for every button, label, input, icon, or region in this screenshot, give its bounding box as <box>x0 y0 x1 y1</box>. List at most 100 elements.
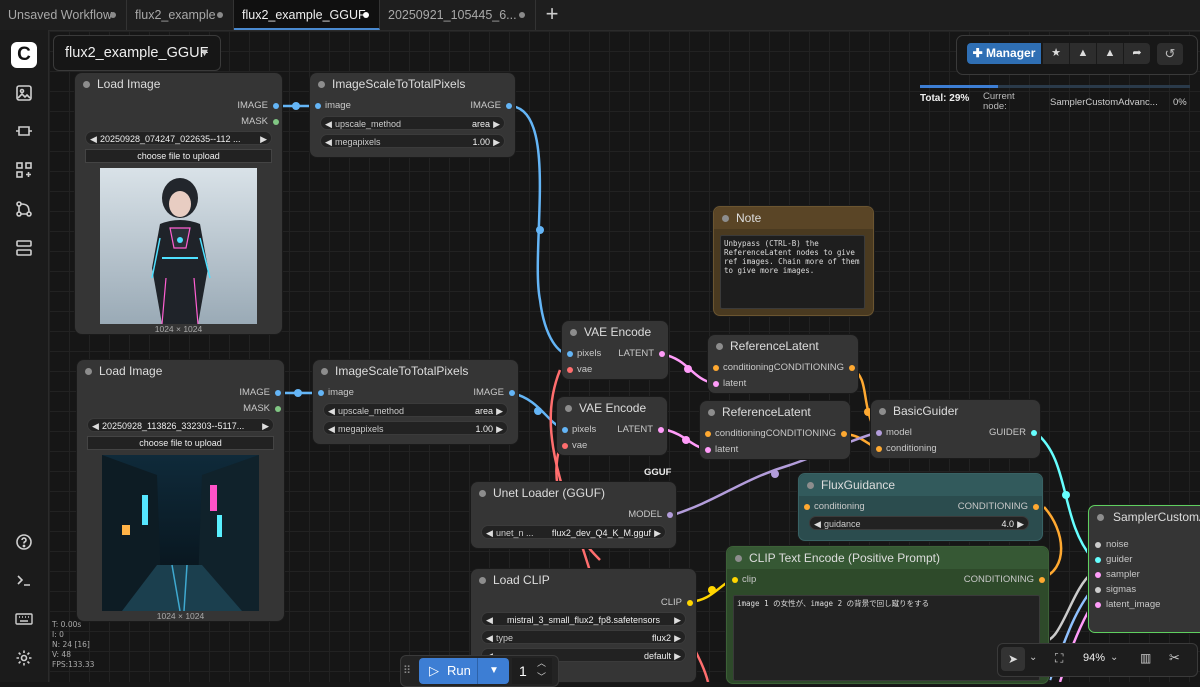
run-button[interactable]: ▷ Run ▼ <box>419 658 509 684</box>
input-pixels-dot[interactable] <box>562 427 568 433</box>
output-conditioning-dot[interactable] <box>1039 577 1045 583</box>
image-scale-node-1[interactable]: ImageScaleToTotalPixels image IMAGE ◀ ups… <box>310 73 515 157</box>
megapixels-widget[interactable]: ◀ megapixels 1.00 ▶ <box>320 134 505 148</box>
clip-name-widget[interactable]: ◀ mistral_3_small_flux2_fp8.safetensors ▶ <box>481 612 686 626</box>
load-image-node-1[interactable]: Load Image IMAGE MASK ◀ 20250928_074247_0… <box>75 73 282 334</box>
upscale-method-widget[interactable]: ◀ upscale_method area ▶ <box>320 116 505 130</box>
sampler-custom-advanced-node[interactable]: SamplerCustomAd noise guider sampler sig… <box>1088 505 1200 633</box>
upload-button[interactable]: choose file to upload <box>85 149 272 163</box>
output-image-dot[interactable] <box>273 103 279 109</box>
input-vae: vae <box>572 440 588 451</box>
image-file-combo[interactable]: ◀ 20250928_074247_022635--112 ... ▶ <box>85 131 272 145</box>
link-visibility-icon[interactable]: ✂ <box>1169 650 1180 666</box>
megapixels-widget[interactable]: ◀ megapixels 1.00 ▶ <box>323 421 508 435</box>
clip-type-widget[interactable]: ◀ type flux2 ▶ <box>481 630 686 644</box>
batch-count-value: 1 <box>519 663 527 679</box>
reference-latent-node-1[interactable]: ReferenceLatent conditioning latent COND… <box>708 335 858 393</box>
widget-label: upscale_method <box>338 406 405 416</box>
triangle-icon[interactable]: ▲ <box>1069 43 1096 64</box>
output-mask-dot[interactable] <box>275 406 281 412</box>
output-conditioning: CONDITIONING <box>963 574 1034 585</box>
unet-name-widget[interactable]: ◀ unet_n ... flux2_dev_Q4_K_M.gguf ▶ <box>481 525 666 539</box>
fit-view-icon[interactable]: ⛶ <box>1055 651 1063 666</box>
node-title: ImageScaleToTotalPixels <box>310 73 515 95</box>
output-latent-dot[interactable] <box>659 351 665 357</box>
input-noise-dot[interactable] <box>1095 542 1101 548</box>
share-icon[interactable]: ➦ <box>1123 43 1150 64</box>
minimap-icon[interactable]: ▥ <box>1140 651 1151 665</box>
note-node[interactable]: Note Unbypass (CTRL-B) the ReferenceLate… <box>713 206 874 316</box>
upload-button[interactable]: choose file to upload <box>87 436 274 450</box>
note-text[interactable]: Unbypass (CTRL-B) the ReferenceLatent no… <box>720 235 865 309</box>
chevron-down-icon[interactable]: ⌄ <box>1110 652 1118 663</box>
output-conditioning: CONDITIONING <box>957 501 1028 512</box>
vae-encode-node-2[interactable]: VAE Encode pixels vae LATENT <box>557 397 667 455</box>
upscale-method-widget[interactable]: ◀ upscale_method area ▶ <box>323 403 508 417</box>
history-icon[interactable]: ↺ <box>1157 43 1183 65</box>
select-pointer-icon[interactable]: ➤ <box>1001 647 1025 671</box>
manager-button[interactable]: ✚ Manager <box>967 43 1041 64</box>
stats-overlay: T: 0.00s I: 0 N: 24 [16] V: 48 FPS:133.3… <box>52 620 94 670</box>
node-percent: 0% <box>1173 97 1187 108</box>
input-latent-dot[interactable] <box>705 447 711 453</box>
reference-latent-node-2[interactable]: ReferenceLatent conditioning latent COND… <box>700 401 850 459</box>
output-clip-dot[interactable] <box>687 600 693 606</box>
flux-guidance-node[interactable]: FluxGuidance conditioning CONDITIONING ◀… <box>798 473 1043 541</box>
widget-value: 1.00 <box>472 137 490 147</box>
input-model-dot[interactable] <box>876 430 882 436</box>
load-image-node-2[interactable]: Load Image IMAGE MASK ◀ 20250928_113826_3… <box>77 360 284 621</box>
input-sigmas-dot[interactable] <box>1095 587 1101 593</box>
run-options-chevron-icon[interactable]: ▼ <box>477 658 510 684</box>
node-title: CLIP Text Encode (Positive Prompt) <box>727 547 1048 569</box>
node-title: ImageScaleToTotalPixels <box>313 360 518 382</box>
output-image-dot[interactable] <box>506 103 512 109</box>
input-vae-dot[interactable] <box>567 367 573 373</box>
node-title: Load CLIP <box>471 569 696 591</box>
unet-loader-gguf-node[interactable]: Unet Loader (GGUF) MODEL ◀ unet_n ... flux… <box>471 482 676 548</box>
output-conditioning-dot[interactable] <box>1033 504 1039 510</box>
drag-handle-icon[interactable]: ⠿ <box>403 664 411 677</box>
input-image-dot[interactable] <box>315 103 321 109</box>
input-guider-dot[interactable] <box>1095 557 1101 563</box>
chevron-down-icon[interactable]: ⌄ <box>1029 652 1037 663</box>
vae-encode-node-1[interactable]: VAE Encode pixels vae LATENT <box>562 321 668 379</box>
output-conditioning: CONDITIONING <box>765 428 836 439</box>
output-conditioning-dot[interactable] <box>841 431 847 437</box>
widget-label: megapixels <box>335 137 381 147</box>
input-conditioning-dot[interactable] <box>713 365 719 371</box>
input-vae-dot[interactable] <box>562 443 568 449</box>
output-latent-dot[interactable] <box>658 427 664 433</box>
output-guider-dot[interactable] <box>1031 430 1037 436</box>
output-image: IMAGE <box>470 100 501 111</box>
basic-guider-node[interactable]: BasicGuider model conditioning GUIDER <box>871 400 1040 458</box>
guidance-widget[interactable]: ◀ guidance 4.0 ▶ <box>809 516 1029 530</box>
star-icon[interactable]: ★ <box>1042 43 1069 64</box>
node-title: VAE Encode <box>557 397 667 419</box>
triangle-alt-icon[interactable]: ▲ <box>1096 43 1123 64</box>
zoom-level[interactable]: 94% <box>1083 652 1105 664</box>
input-conditioning-dot[interactable] <box>804 504 810 510</box>
prompt-textarea[interactable]: image 1 の女性が、image 2 の背景で回し蹴りをする <box>733 595 1040 681</box>
input-clip-dot[interactable] <box>732 577 738 583</box>
puzzle-icon: ✚ <box>972 46 987 60</box>
input-sampler-dot[interactable] <box>1095 572 1101 578</box>
output-model-dot[interactable] <box>667 512 673 518</box>
input-latent-dot[interactable] <box>713 381 719 387</box>
input-image-dot[interactable] <box>318 390 324 396</box>
image-file-combo[interactable]: ◀ 20250928_113826_332303--5117... ▶ <box>87 418 274 432</box>
input-conditioning-dot[interactable] <box>705 431 711 437</box>
input-conditioning-dot[interactable] <box>876 446 882 452</box>
output-image-dot[interactable] <box>509 390 515 396</box>
output-conditioning-dot[interactable] <box>849 365 855 371</box>
output-image-dot[interactable] <box>275 390 281 396</box>
widget-label: upscale_method <box>335 119 402 129</box>
batch-count-input[interactable]: 1 ︿ ﹀ <box>512 658 552 684</box>
stepper-icon[interactable]: ︿ ﹀ <box>537 656 546 684</box>
input-latent-image-dot[interactable] <box>1095 602 1101 608</box>
workflow-name-dropdown[interactable]: flux2_example_GGUF ▼ <box>53 35 221 71</box>
stat-i: I: 0 <box>52 630 64 639</box>
input-pixels-dot[interactable] <box>567 351 573 357</box>
image-scale-node-2[interactable]: ImageScaleToTotalPixels image IMAGE ◀ ups… <box>313 360 518 444</box>
output-mask-dot[interactable] <box>273 119 279 125</box>
image-file-value: 20250928_074247_022635--112 ... <box>100 134 241 144</box>
